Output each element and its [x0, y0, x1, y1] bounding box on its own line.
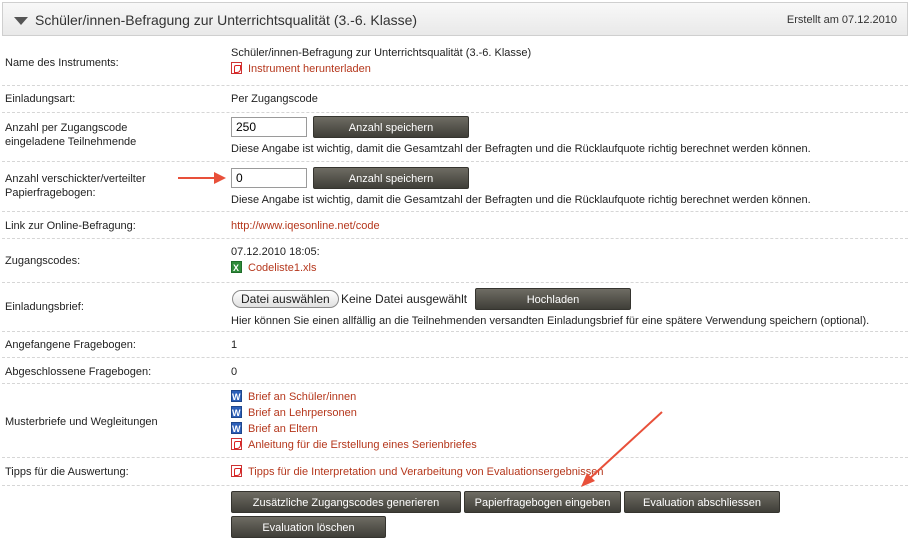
arrow-to-paper-count-icon	[178, 172, 226, 184]
annotation-arrows	[178, 172, 663, 487]
arrow-to-paper-button-icon	[581, 411, 663, 487]
